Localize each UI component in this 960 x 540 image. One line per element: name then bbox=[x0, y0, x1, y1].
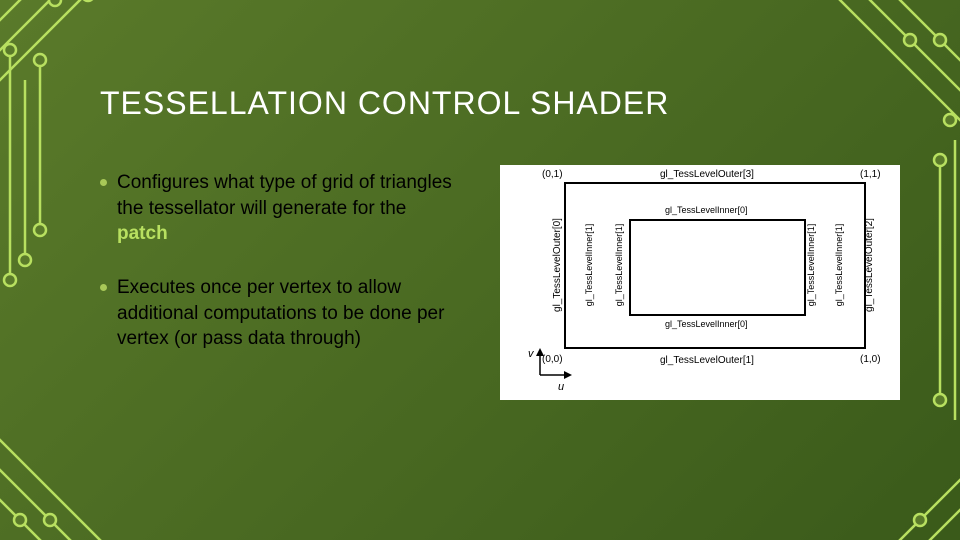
keyword: patch bbox=[117, 223, 168, 244]
corner-tl: (0,1) bbox=[542, 169, 563, 180]
list-item: Executes once per vertex to allow additi… bbox=[100, 275, 460, 352]
bullet-text: Configures what type of grid of triangle… bbox=[117, 170, 460, 247]
label-inner-left: gl_TessLevelInner[1] bbox=[614, 224, 624, 307]
label-inner-left-gap: gl_TessLevelInner[1] bbox=[584, 224, 594, 307]
text-run: Configures what type of grid of triangle… bbox=[117, 172, 452, 219]
label-inner-right: gl_TessLevelInner[1] bbox=[806, 224, 816, 307]
label-outer-top: gl_TessLevelOuter[3] bbox=[660, 169, 754, 180]
label-outer-left: gl_TessLevelOuter[0] bbox=[552, 218, 563, 312]
bullet-list: Configures what type of grid of triangle… bbox=[100, 170, 460, 380]
corner-bl: (0,0) bbox=[542, 354, 563, 365]
tessellation-diagram: (0,1) (1,1) (0,0) (1,0) gl_TessLevelOute… bbox=[500, 165, 900, 400]
axis-u-label: u bbox=[558, 381, 564, 393]
label-inner-top: gl_TessLevelInner[0] bbox=[665, 205, 748, 215]
slide: TESSELLATION CONTROL SHADER Configures w… bbox=[0, 0, 960, 540]
slide-title: TESSELLATION CONTROL SHADER bbox=[100, 85, 669, 122]
corner-br: (1,0) bbox=[860, 354, 881, 365]
bullet-icon bbox=[100, 284, 107, 291]
corner-tr: (1,1) bbox=[860, 169, 881, 180]
bullet-icon bbox=[100, 179, 107, 186]
list-item: Configures what type of grid of triangle… bbox=[100, 170, 460, 247]
label-outer-right: gl_TessLevelOuter[2] bbox=[864, 218, 875, 312]
label-inner-bottom: gl_TessLevelInner[0] bbox=[665, 319, 748, 329]
bullet-text: Executes once per vertex to allow additi… bbox=[117, 275, 460, 352]
text-run: Executes once per vertex to allow additi… bbox=[117, 277, 444, 349]
label-inner-right-gap: gl_TessLevelInner[1] bbox=[834, 224, 844, 307]
label-outer-bottom: gl_TessLevelOuter[1] bbox=[660, 355, 754, 366]
